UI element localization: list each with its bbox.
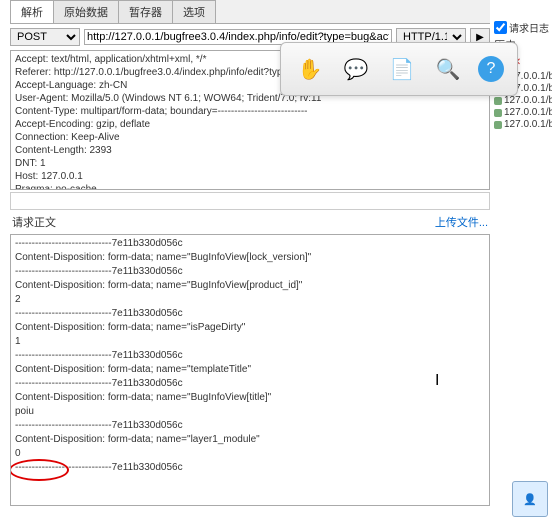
upload-link[interactable]: 上传文件... (435, 214, 488, 230)
status-dot-icon (494, 97, 502, 105)
body-line: Content-Disposition: form-data; name="Bu… (15, 279, 485, 293)
body-line: Content-Disposition: form-data; name="Bu… (15, 391, 485, 405)
header-line: Pragma: no-cache (15, 183, 485, 190)
tab-options[interactable]: 选项 (172, 0, 216, 23)
note-icon[interactable]: 📄 (386, 53, 418, 85)
tab-bar: 解析 原始数据 暂存器 选项 (10, 0, 490, 24)
log-checkbox[interactable] (494, 21, 507, 34)
body-line: -----------------------------7e11b330d05… (15, 419, 485, 433)
text-cursor-icon: I (435, 372, 439, 390)
floating-toolbar: ✋ 💬 📄 🔍 ? (280, 42, 518, 96)
body-line: -----------------------------7e11b330d05… (15, 461, 485, 475)
hand-icon[interactable]: ✋ (294, 53, 326, 85)
header-line: Connection: Keep-Alive (15, 131, 485, 144)
body-line: 1 (15, 335, 485, 349)
h-scrollbar[interactable] (10, 192, 490, 210)
zoom-icon[interactable]: 🔍 (432, 53, 464, 85)
tab-scratchpad[interactable]: 暂存器 (118, 0, 173, 23)
body-line: -----------------------------7e11b330d05… (15, 265, 485, 279)
body-line: -----------------------------7e11b330d05… (15, 237, 485, 251)
method-select[interactable]: POST (10, 28, 80, 46)
body-line: 2 (15, 293, 485, 307)
body-line: poiu (15, 405, 485, 419)
log-checkbox-label: 请求日志 (509, 20, 549, 35)
body-line: Content-Disposition: form-data; name="Bu… (15, 251, 485, 265)
body-label: 请求正文 (12, 214, 56, 230)
status-dot-icon (494, 121, 502, 129)
history-item[interactable]: 127.0.0.1/bu (494, 119, 552, 130)
help-icon[interactable]: ? (478, 56, 504, 82)
chat-icon[interactable]: 💬 (340, 53, 372, 85)
body-line: 0 (15, 447, 485, 461)
header-line: Accept-Encoding: gzip, deflate (15, 118, 485, 131)
header-line: Host: 127.0.0.1 (15, 170, 485, 183)
body-box[interactable]: -----------------------------7e11b330d05… (10, 234, 490, 506)
header-line: Content-Length: 2393 (15, 144, 485, 157)
header-line: Content-Type: multipart/form-data; bound… (15, 105, 485, 118)
body-line: -----------------------------7e11b330d05… (15, 307, 485, 321)
tab-parse[interactable]: 解析 (10, 0, 54, 23)
status-dot-icon (494, 109, 502, 117)
avatar[interactable]: 👤 (512, 481, 548, 517)
tab-raw[interactable]: 原始数据 (53, 0, 119, 23)
body-line: Content-Disposition: form-data; name="is… (15, 321, 485, 335)
header-line: DNT: 1 (15, 157, 485, 170)
body-line: Content-Disposition: form-data; name="te… (15, 363, 485, 377)
body-line: -----------------------------7e11b330d05… (15, 377, 485, 391)
history-item[interactable]: 127.0.0.1/bu (494, 95, 552, 106)
body-line: Content-Disposition: form-data; name="la… (15, 433, 485, 447)
body-line: -----------------------------7e11b330d05… (15, 349, 485, 363)
history-item[interactable]: 127.0.0.1/bu (494, 107, 552, 118)
